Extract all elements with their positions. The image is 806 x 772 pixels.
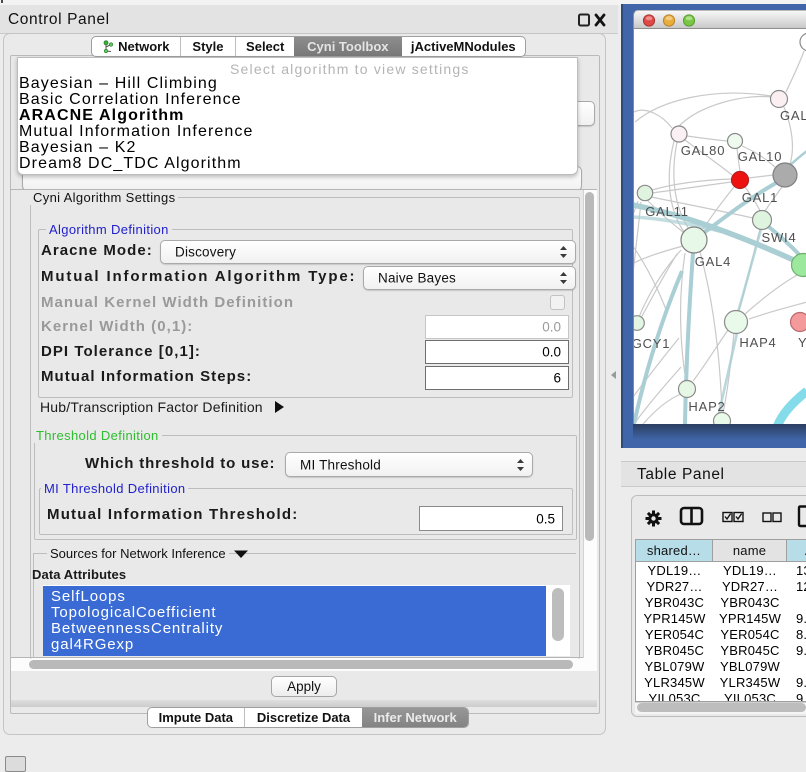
svg-text:GAL11: GAL11 bbox=[645, 204, 689, 219]
svg-text:GAL7: GAL7 bbox=[780, 108, 806, 123]
svg-text:GAL10: GAL10 bbox=[738, 149, 782, 164]
svg-text:GCY1: GCY1 bbox=[633, 336, 670, 351]
svg-text:SWI4: SWI4 bbox=[762, 230, 797, 245]
svg-text:GAL4: GAL4 bbox=[695, 254, 731, 269]
svg-text:HAP4: HAP4 bbox=[739, 335, 776, 350]
svg-text:YEL: YEL bbox=[798, 335, 806, 350]
svg-text:GAL1: GAL1 bbox=[742, 190, 778, 205]
svg-text:GAL80: GAL80 bbox=[681, 143, 725, 158]
svg-text:HAP2: HAP2 bbox=[688, 399, 725, 414]
